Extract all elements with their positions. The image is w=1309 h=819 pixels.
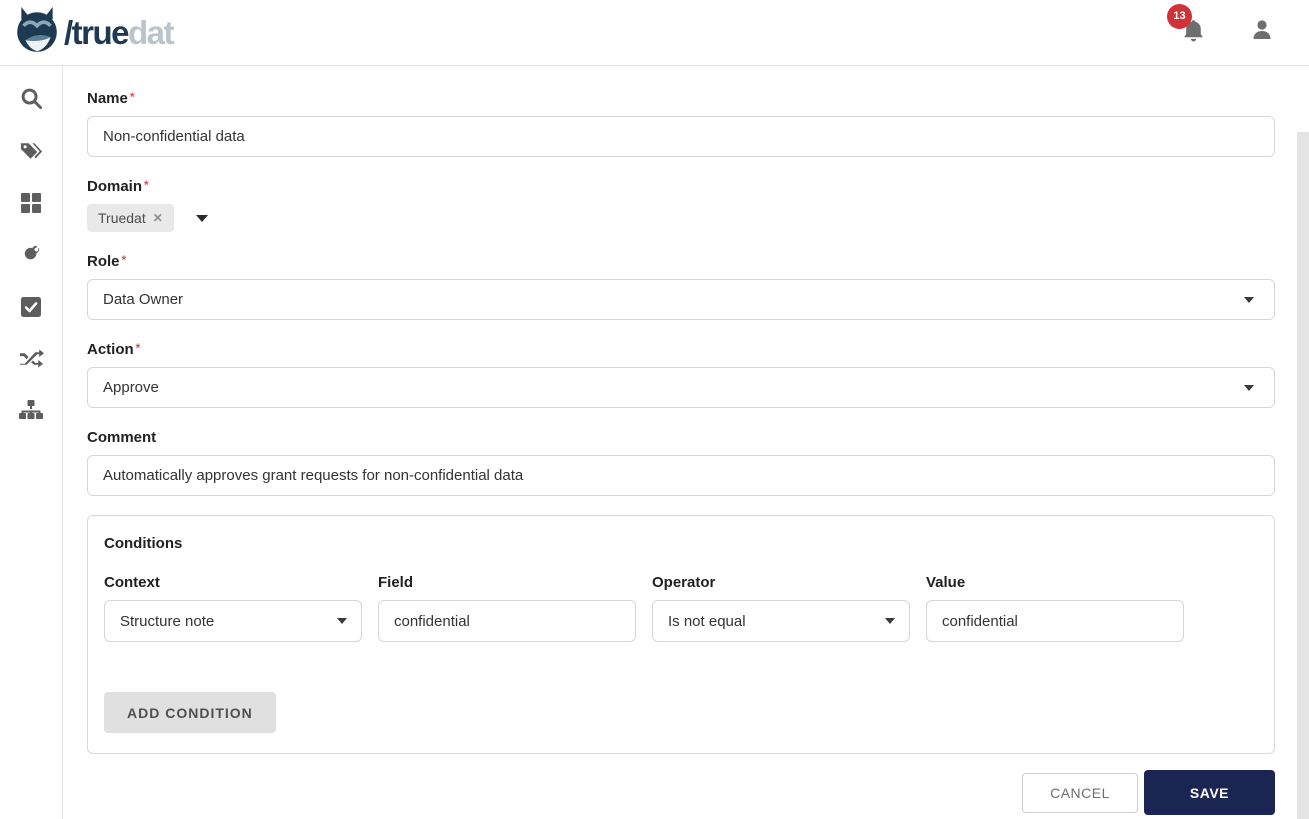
- context-select[interactable]: Structure note: [104, 600, 362, 642]
- condition-operator-column: Operator Is not equal: [652, 574, 910, 642]
- brand-dat: dat: [128, 14, 173, 51]
- comment-label: Comment: [87, 429, 1275, 446]
- condition-value-column: Value: [926, 574, 1184, 642]
- user-menu-button[interactable]: [1251, 18, 1273, 47]
- sidebar-item-catalog[interactable]: [18, 192, 44, 218]
- operator-select[interactable]: Is not equal: [652, 600, 910, 642]
- notifications-button[interactable]: 13: [1182, 18, 1205, 48]
- context-label: Context: [104, 574, 362, 591]
- header-actions: 13: [1182, 18, 1283, 48]
- required-asterisk: *: [144, 178, 149, 192]
- field-label: Field: [378, 574, 636, 591]
- name-input[interactable]: [87, 116, 1275, 157]
- role-label: Role*: [87, 253, 1275, 270]
- required-asterisk: *: [130, 90, 135, 104]
- top-header: /truedat 13: [0, 0, 1309, 66]
- bell-icon: [1182, 30, 1205, 47]
- field-input[interactable]: [378, 600, 636, 642]
- sidebar-item-glossary[interactable]: [18, 140, 44, 166]
- sidebar-item-organization[interactable]: [18, 400, 44, 426]
- brand-wordmark: /truedat: [64, 16, 173, 49]
- remove-tag-icon[interactable]: ✕: [153, 211, 163, 225]
- condition-context-column: Context Structure note: [104, 574, 362, 642]
- shuffle-icon: [19, 349, 44, 374]
- action-select[interactable]: Approve: [87, 367, 1275, 408]
- action-label: Action*: [87, 341, 1275, 358]
- context-selected-value: Structure note: [120, 613, 214, 630]
- apps-grid-icon: [20, 192, 42, 219]
- value-label: Value: [926, 574, 1184, 591]
- sidebar-item-search[interactable]: [18, 88, 44, 114]
- search-icon: [20, 87, 43, 115]
- domain-tag[interactable]: Truedat ✕: [87, 204, 174, 232]
- operator-label: Operator: [652, 574, 910, 591]
- key-icon: [20, 243, 43, 271]
- conditions-title: Conditions: [104, 535, 1258, 552]
- domain-dropdown-caret-icon[interactable]: [196, 215, 208, 222]
- role-select[interactable]: Data Owner: [87, 279, 1275, 320]
- operator-selected-value: Is not equal: [668, 613, 746, 630]
- cancel-button[interactable]: CANCEL: [1022, 773, 1138, 813]
- truedat-logo[interactable]: /truedat: [14, 6, 173, 59]
- domain-label: Domain*: [87, 178, 1275, 195]
- chevron-down-icon: [1244, 385, 1254, 391]
- comment-input[interactable]: [87, 455, 1275, 496]
- form-footer: CANCEL SAVE: [87, 770, 1275, 815]
- condition-field-column: Field: [378, 574, 636, 642]
- value-input[interactable]: [926, 600, 1184, 642]
- scrollbar-thumb[interactable]: [1297, 132, 1309, 819]
- left-sidebar: [0, 66, 63, 819]
- required-asterisk: *: [136, 341, 141, 355]
- owl-logo-icon: [14, 6, 60, 59]
- vertical-scrollbar[interactable]: [1297, 132, 1309, 819]
- chevron-down-icon: [885, 618, 895, 624]
- user-icon: [1251, 29, 1273, 46]
- page-body: Name* Domain* Truedat ✕ Role* Data Owner…: [0, 66, 1309, 819]
- sitemap-icon: [19, 400, 43, 426]
- check-square-icon: [20, 296, 42, 323]
- sidebar-item-permissions[interactable]: [18, 244, 44, 270]
- add-condition-button[interactable]: ADD CONDITION: [104, 692, 276, 733]
- notification-count-badge: 13: [1167, 4, 1192, 29]
- chevron-down-icon: [1244, 297, 1254, 303]
- domain-select: Truedat ✕: [87, 204, 1275, 232]
- brand-slash: /: [64, 14, 72, 51]
- conditions-panel: Conditions Context Structure note Field …: [87, 515, 1275, 754]
- tags-icon: [19, 140, 44, 167]
- condition-row: Context Structure note Field Operator Is…: [104, 574, 1258, 642]
- name-label: Name*: [87, 90, 1275, 107]
- action-selected-value: Approve: [103, 379, 159, 396]
- sidebar-item-lineage[interactable]: [18, 348, 44, 374]
- rule-form: Name* Domain* Truedat ✕ Role* Data Owner…: [63, 66, 1309, 819]
- domain-tag-label: Truedat: [98, 210, 146, 226]
- sidebar-item-quality[interactable]: [18, 296, 44, 322]
- role-selected-value: Data Owner: [103, 291, 183, 308]
- required-asterisk: *: [122, 253, 127, 267]
- chevron-down-icon: [337, 618, 347, 624]
- save-button[interactable]: SAVE: [1144, 770, 1275, 815]
- brand-true: true: [72, 14, 128, 51]
